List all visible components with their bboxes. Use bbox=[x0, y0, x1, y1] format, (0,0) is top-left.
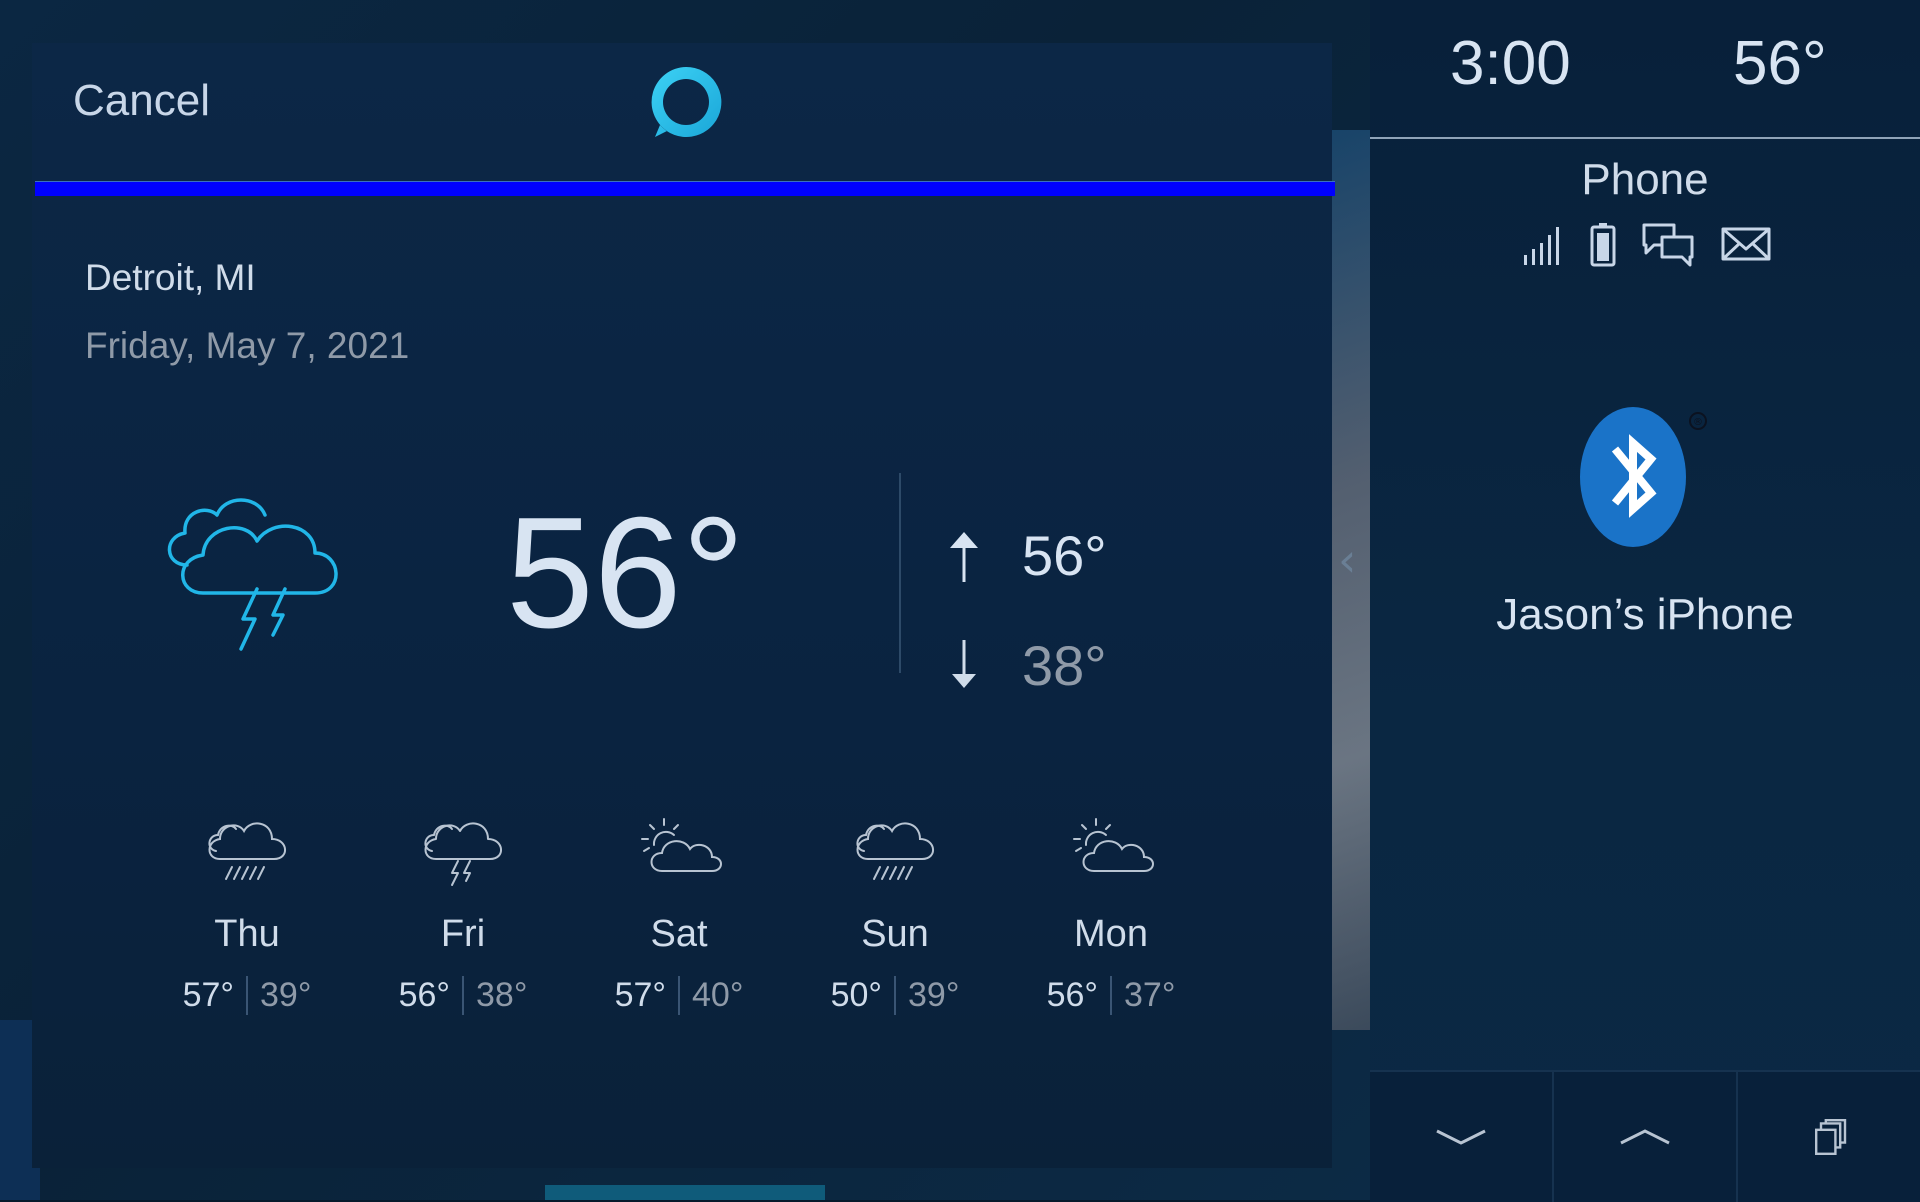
alexa-icon bbox=[651, 66, 722, 137]
paired-device-name: Jason’s iPhone bbox=[1496, 590, 1794, 639]
forecast-low: 39° bbox=[908, 976, 960, 1014]
forecast-low: 38° bbox=[476, 976, 528, 1014]
high-temperature: 56° bbox=[1022, 524, 1107, 587]
status-divider bbox=[1370, 137, 1920, 139]
forecast-temps: 56° 38° bbox=[378, 976, 548, 1015]
status-outside-temp: 56° bbox=[1733, 29, 1827, 98]
rain-icon bbox=[856, 822, 934, 880]
thunderstorm-icon bbox=[424, 822, 502, 886]
scroll-down-button[interactable] bbox=[1370, 1072, 1554, 1202]
forecast-high: 56° bbox=[1047, 976, 1112, 1015]
temperature-divider bbox=[899, 473, 901, 673]
forecast-day: Sun 50° 39° bbox=[810, 811, 980, 1015]
status-clock: 3:00 bbox=[1450, 29, 1571, 98]
forecast-day: Sat 57° 40° bbox=[594, 811, 764, 1015]
chevron-left-icon[interactable]: ‹ bbox=[1338, 535, 1356, 585]
scroll-up-button[interactable] bbox=[1554, 1072, 1738, 1202]
email-icon bbox=[1721, 227, 1771, 261]
location-label: Detroit, MI bbox=[85, 257, 256, 298]
forecast-low: 40° bbox=[692, 976, 744, 1014]
chevron-up-icon bbox=[1620, 1129, 1670, 1145]
app-switch-icon bbox=[1815, 1119, 1847, 1155]
forecast-day-name: Thu bbox=[214, 913, 280, 955]
bluetooth-icon: ® bbox=[1580, 407, 1707, 547]
partly-sunny-icon bbox=[641, 818, 722, 872]
forecast-temps: 57° 39° bbox=[162, 976, 332, 1015]
low-temperature-row: 38° bbox=[942, 633, 1107, 698]
forecast-day-name: Sat bbox=[650, 913, 708, 955]
forecast-day-name: Sun bbox=[861, 913, 929, 955]
current-temperature: 56° bbox=[506, 485, 745, 661]
registered-mark: ® bbox=[1693, 417, 1703, 428]
forecast-day: Thu 57° 39° bbox=[162, 811, 332, 1015]
low-temperature: 38° bbox=[1022, 634, 1107, 697]
forecast-high: 57° bbox=[183, 976, 248, 1015]
forecast-row: Thu 57° 39° Fri 56° 38° Sat 57° 40° Sun … bbox=[162, 811, 1222, 1031]
date-label: Friday, May 7, 2021 bbox=[85, 325, 410, 366]
app-switch-button[interactable] bbox=[1738, 1072, 1920, 1202]
forecast-temps: 57° 40° bbox=[594, 976, 764, 1015]
forecast-day-name: Fri bbox=[440, 913, 486, 955]
forecast-low: 37° bbox=[1124, 976, 1176, 1014]
forecast-high: 50° bbox=[831, 976, 896, 1015]
phone-title: Phone bbox=[1581, 155, 1709, 204]
phone-panel: 3:00 56° Phone ® Jason’s iPhone bbox=[1370, 0, 1920, 1202]
phone-status-icons bbox=[1522, 218, 1772, 270]
signal-icon bbox=[1524, 227, 1559, 265]
partly-sunny-icon bbox=[1073, 818, 1154, 872]
arrow-down-icon bbox=[952, 639, 976, 688]
rain-icon bbox=[208, 822, 286, 880]
forecast-day: Mon 56° 37° bbox=[1026, 811, 1196, 1015]
alexa-weather-card: Cancel Detroit, MI Friday, May 7, 2021 5… bbox=[32, 43, 1335, 1168]
chevron-down-icon bbox=[1436, 1129, 1486, 1145]
bottom-glow bbox=[545, 1185, 825, 1200]
thunderstorm-icon bbox=[167, 498, 338, 651]
forecast-day-name: Mon bbox=[1074, 913, 1148, 955]
panel-bottom-bar bbox=[1370, 1070, 1920, 1202]
listening-progress-bar bbox=[35, 181, 1335, 196]
forecast-low: 39° bbox=[260, 976, 312, 1014]
forecast-temps: 50° 39° bbox=[810, 976, 980, 1015]
cancel-button[interactable]: Cancel bbox=[73, 76, 210, 126]
forecast-temps: 56° 37° bbox=[1026, 976, 1196, 1015]
forecast-high: 57° bbox=[615, 976, 680, 1015]
arrow-up-icon bbox=[950, 531, 978, 582]
forecast-day: Fri 56° 38° bbox=[378, 811, 548, 1015]
high-temperature-row: 56° bbox=[942, 523, 1107, 588]
messages-icon bbox=[1642, 223, 1694, 267]
forecast-high: 56° bbox=[399, 976, 464, 1015]
battery-icon bbox=[1590, 223, 1616, 267]
